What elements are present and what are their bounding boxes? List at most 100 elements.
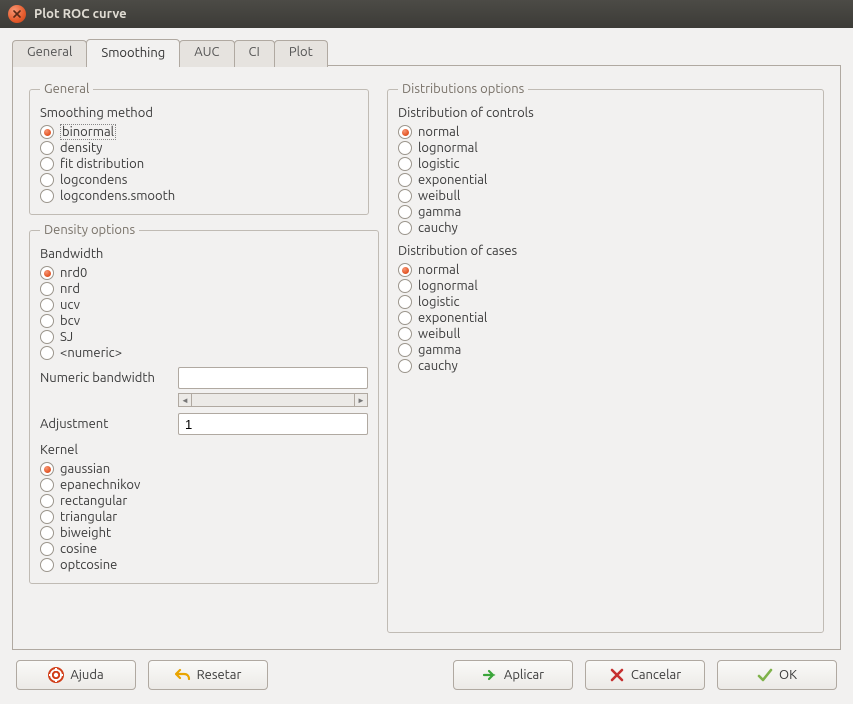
radio-icon [398, 141, 412, 155]
radio-icon [40, 526, 54, 540]
radio-icon [40, 330, 54, 344]
radio-icon [398, 189, 412, 203]
help-button-label: Ajuda [70, 668, 103, 682]
ok-button-label: OK [779, 668, 797, 682]
tab-smoothing[interactable]: Smoothing [86, 39, 180, 66]
radio-controls-normal[interactable]: normal [398, 124, 813, 140]
radio-icon [398, 359, 412, 373]
radio-cosine[interactable]: cosine [40, 541, 368, 557]
radio-cases-gamma[interactable]: gamma [398, 342, 813, 358]
cancel-icon [609, 667, 625, 683]
group-distributions-legend: Distributions options [398, 82, 528, 96]
numeric-bandwidth-input[interactable] [178, 367, 368, 389]
slider-track[interactable] [192, 393, 354, 407]
radio-icon [40, 141, 54, 155]
ok-button[interactable]: OK [717, 660, 837, 690]
radio-biweight[interactable]: biweight [40, 525, 368, 541]
numeric-bandwidth-slider[interactable]: ◄ ► [178, 393, 368, 407]
radio-icon [398, 343, 412, 357]
radio-icon [398, 279, 412, 293]
radio-controls-lognormal[interactable]: lognormal [398, 140, 813, 156]
close-icon [13, 10, 21, 18]
radio-cases-normal[interactable]: normal [398, 262, 813, 278]
tab-general[interactable]: General [12, 40, 87, 67]
radio-icon [398, 221, 412, 235]
slider-right-icon[interactable]: ► [354, 393, 368, 407]
window-title: Plot ROC curve [34, 7, 127, 21]
group-distributions: Distributions options Distribution of co… [387, 82, 824, 633]
radio-bcv[interactable]: bcv [40, 313, 368, 329]
radio-logcondens-smooth[interactable]: logcondens.smooth [40, 188, 358, 204]
help-icon [48, 667, 64, 683]
radio-icon [398, 125, 412, 139]
radio-controls-exponential[interactable]: exponential [398, 172, 813, 188]
radio-cases-cauchy[interactable]: cauchy [398, 358, 813, 374]
radio-fit-distribution[interactable]: fit distribution [40, 156, 358, 172]
radio-icon [40, 542, 54, 556]
radio-icon [40, 173, 54, 187]
apply-icon [482, 667, 498, 683]
radio-icon [40, 157, 54, 171]
radio-icon [40, 189, 54, 203]
cancel-button[interactable]: Cancelar [585, 660, 705, 690]
group-density: Density options Bandwidth nrd0 nrd ucv b… [29, 223, 379, 584]
radio-icon [40, 298, 54, 312]
adjustment-label: Adjustment [40, 417, 170, 431]
radio-icon [40, 462, 54, 476]
radio-binormal[interactable]: binormal [40, 124, 358, 140]
tab-plot[interactable]: Plot [274, 40, 328, 67]
radio-controls-weibull[interactable]: weibull [398, 188, 813, 204]
radio-nrd[interactable]: nrd [40, 281, 368, 297]
tab-ci[interactable]: CI [234, 40, 275, 67]
smoothing-method-label: Smoothing method [40, 106, 358, 120]
close-button[interactable] [8, 5, 26, 23]
tab-auc[interactable]: AUC [179, 40, 234, 67]
radio-cases-logistic[interactable]: logistic [398, 294, 813, 310]
slider-left-icon[interactable]: ◄ [178, 393, 192, 407]
radio-icon [40, 510, 54, 524]
radio-icon [40, 494, 54, 508]
radio-icon [398, 327, 412, 341]
group-general: General Smoothing method binormal densit… [29, 82, 369, 215]
radio-cases-exponential[interactable]: exponential [398, 310, 813, 326]
radio-icon [40, 346, 54, 360]
radio-icon [398, 173, 412, 187]
adjustment-input[interactable] [178, 413, 368, 435]
radio-optcosine[interactable]: optcosine [40, 557, 368, 573]
cases-dist-label: Distribution of cases [398, 244, 813, 258]
radio-icon [398, 205, 412, 219]
kernel-label: Kernel [40, 443, 368, 457]
radio-cases-weibull[interactable]: weibull [398, 326, 813, 342]
numeric-bandwidth-label: Numeric bandwidth [40, 371, 170, 385]
cancel-button-label: Cancelar [631, 668, 681, 682]
radio-triangular[interactable]: triangular [40, 509, 368, 525]
radio-controls-gamma[interactable]: gamma [398, 204, 813, 220]
apply-button-label: Aplicar [504, 668, 544, 682]
radio-icon [398, 295, 412, 309]
radio-density[interactable]: density [40, 140, 358, 156]
radio-nrd0[interactable]: nrd0 [40, 265, 368, 281]
group-general-legend: General [40, 82, 93, 96]
radio-icon [40, 478, 54, 492]
apply-button[interactable]: Aplicar [453, 660, 573, 690]
button-bar: Ajuda Resetar Aplicar Cancelar OK [12, 650, 841, 696]
radio-icon [40, 266, 54, 280]
ok-icon [757, 667, 773, 683]
radio-cases-lognormal[interactable]: lognormal [398, 278, 813, 294]
radio-icon [40, 125, 54, 139]
reset-button-label: Resetar [197, 668, 242, 682]
radio-controls-logistic[interactable]: logistic [398, 156, 813, 172]
radio-rectangular[interactable]: rectangular [40, 493, 368, 509]
radio-icon [398, 157, 412, 171]
radio-controls-cauchy[interactable]: cauchy [398, 220, 813, 236]
help-button[interactable]: Ajuda [16, 660, 136, 690]
radio-ucv[interactable]: ucv [40, 297, 368, 313]
radio-gaussian[interactable]: gaussian [40, 461, 368, 477]
radio-icon [398, 311, 412, 325]
controls-dist-label: Distribution of controls [398, 106, 813, 120]
radio-sj[interactable]: SJ [40, 329, 368, 345]
radio-logcondens[interactable]: logcondens [40, 172, 358, 188]
reset-button[interactable]: Resetar [148, 660, 268, 690]
radio-epanechnikov[interactable]: epanechnikov [40, 477, 368, 493]
radio-numeric[interactable]: <numeric> [40, 345, 368, 361]
